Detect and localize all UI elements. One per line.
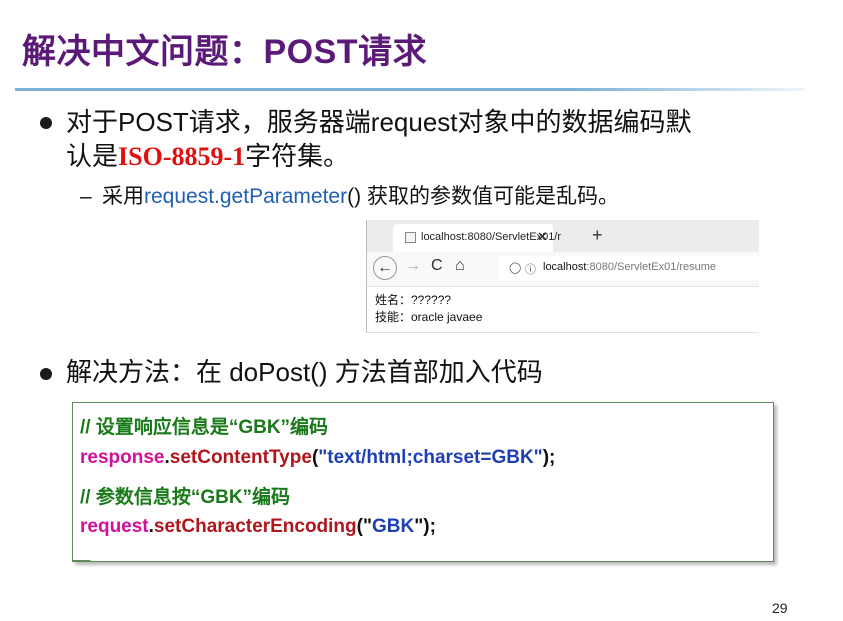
page-favicon-icon — [405, 232, 416, 243]
code-line-encoding: request.setCharacterEncoding("GBK"); — [80, 516, 436, 538]
sub-method: request.getParameter — [144, 185, 348, 208]
bullet-1-suffix: 字符集。 — [245, 141, 350, 171]
code-comment-1: // 设置响应信息是“GBK”编码 — [80, 417, 329, 438]
code-object: request — [80, 516, 149, 537]
url-path: :8080/ServletEx01/resume — [586, 261, 717, 273]
code-string: GBK — [372, 516, 415, 537]
bullet-2-text: 解决方法：在 doPost() 方法首部加入代码 — [66, 357, 543, 387]
content-skill-line: 技能：oracle javaee — [375, 310, 483, 324]
bullet-1-prefix: 认是 — [66, 141, 119, 171]
code-quote-open: " — [362, 516, 372, 537]
code-string: "text/html;charset=GBK" — [318, 447, 543, 468]
bullet-1-line-2: 认是ISO-8859-1字符集。 — [66, 140, 349, 173]
code-line-content-type: response.setContentType("text/html;chars… — [80, 447, 555, 469]
code-quote-close: " — [414, 516, 424, 537]
tab-close-icon[interactable]: ✕ — [537, 229, 548, 245]
code-method: setContentType — [169, 447, 312, 468]
code-paren-close: ); — [542, 447, 556, 468]
url-host: localhost — [543, 261, 587, 273]
code-paren-close: ); — [423, 516, 436, 537]
sub-prefix: 采用 — [102, 185, 144, 208]
home-icon[interactable]: ⌂ — [455, 257, 465, 275]
page-number: 29 — [772, 600, 788, 616]
new-tab-icon[interactable]: + — [592, 225, 603, 246]
sub-bullet: – 采用request.getParameter() 获取的参数值可能是乱码。 — [80, 180, 619, 210]
address-url: localhost:8080/ServletEx01/resume — [543, 261, 716, 273]
bullet-dot — [40, 117, 52, 129]
code-method: setCharacterEncoding — [153, 516, 357, 537]
sub-suffix: 获取的参数值可能是乱码。 — [361, 185, 619, 208]
reload-icon[interactable]: C — [431, 257, 443, 275]
bullet-dot — [40, 368, 52, 380]
shield-icon: ◯ — [509, 262, 522, 274]
bullet-1-line-1: 对于POST请求，服务器端request对象中的数据编码默 — [66, 107, 692, 137]
sub-paren: () — [347, 185, 362, 208]
browser-tab[interactable]: localhost:8080/ServletEx01/r ✕ — [393, 224, 561, 252]
browser-tab-bar: localhost:8080/ServletEx01/r ✕ + — [367, 220, 759, 252]
forward-icon[interactable]: → — [405, 257, 421, 275]
back-icon[interactable]: ← — [373, 256, 397, 280]
slide-title: 解决中文问题：POST请求 — [22, 33, 428, 71]
encoding-name: ISO-8859-1 — [118, 142, 246, 171]
address-bar[interactable]: ◯ ⓘ localhost:8080/ServletEx01/resume — [499, 256, 759, 280]
browser-screenshot: localhost:8080/ServletEx01/r ✕ + ← → C ⌂… — [366, 220, 759, 333]
sub-bullet-dash: – — [80, 185, 92, 208]
code-object: response — [80, 447, 165, 468]
info-icon: ⓘ — [525, 264, 536, 276]
code-comment-2: // 参数信息按“GBK”编码 — [80, 487, 291, 508]
browser-nav-bar: ← → C ⌂ ◯ ⓘ localhost:8080/ServletEx01/r… — [367, 252, 759, 287]
title-underline — [15, 88, 805, 91]
page-content: 姓名：?????? 技能：oracle javaee — [375, 292, 482, 326]
content-name-line: 姓名：?????? — [375, 293, 452, 307]
